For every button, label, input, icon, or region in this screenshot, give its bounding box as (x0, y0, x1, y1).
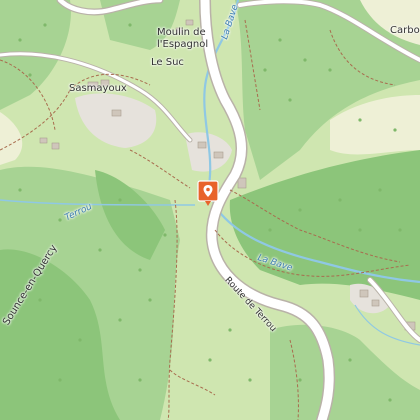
place-label-moulin-2: l'Espagnol (157, 39, 209, 50)
place-label-carbo: Carbo (390, 25, 420, 36)
place-label-le-suc: Le Suc (151, 57, 184, 68)
map-layers (0, 0, 420, 420)
place-label-sasmayoux: Sasmayoux (69, 83, 127, 94)
place-label-moulin: Moulin de (157, 27, 206, 38)
map-canvas[interactable]: Moulin de l'Espagnol Le Suc Sasmayoux Ca… (0, 0, 420, 420)
map-pin-icon[interactable] (197, 180, 219, 208)
